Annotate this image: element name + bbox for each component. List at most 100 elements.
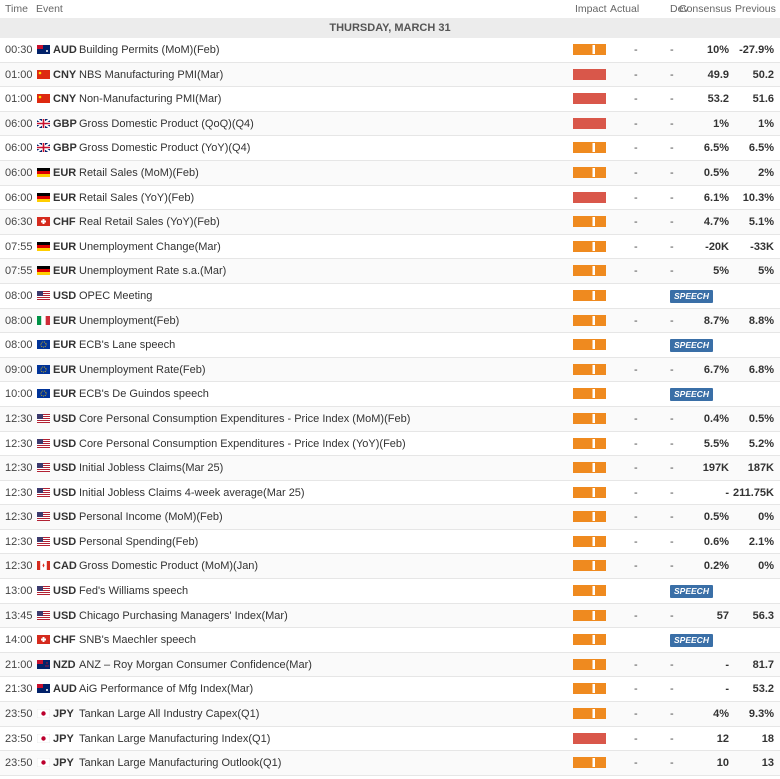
event-name[interactable]: ECB's Lane speech [79,333,175,357]
event-row[interactable]: 06:00 GBP Gross Domestic Product (QoQ)(Q4)… [0,111,780,137]
event-name[interactable]: Fed's Williams speech [79,579,188,603]
event-row[interactable]: 23:50 JPY Tankan Large All Industry Capex(… [0,702,780,727]
event-name[interactable]: Building Permits (MoM)(Feb) [79,38,220,62]
event-name[interactable]: Gross Domestic Product (MoM)(Jan) [79,554,258,578]
event-row[interactable]: 00:30 AUD Building Permits (MoM)(Feb) - -10%… [0,38,780,63]
event-name[interactable]: AiG Performance of Mfg Index(Mar) [79,677,253,701]
japan-flag-icon [37,733,50,743]
actual-value: - [634,683,638,696]
event-name[interactable]: Real Retail Sales (YoY)(Feb) [79,210,220,234]
impact-indicator [573,117,606,129]
event-row[interactable]: 06:00 EUR Retail Sales (MoM)(Feb) - -0.5% 2% [0,160,780,186]
actual-value: - [634,560,638,573]
event-row[interactable]: 12:30 USD Personal Income (MoM)(Feb) - -0.5%… [0,505,780,530]
impact-indicator [573,166,606,178]
event-name[interactable]: Non-Manufacturing PMI(Mar) [79,87,221,111]
event-name[interactable]: Retail Sales (YoY)(Feb) [79,186,194,210]
previous-value: 211.75K [733,486,774,499]
speech-badge: SPEECH [670,634,713,648]
event-row[interactable]: 21:00 NZD ANZ – Roy Morgan Consumer Confid… [0,652,780,678]
event-name[interactable]: Unemployment Rate s.a.(Mar) [79,259,226,283]
event-name[interactable]: Personal Income (MoM)(Feb) [79,505,223,529]
event-row[interactable]: 23:50 JPY Tankan Large Manufacturing Outlo… [0,751,780,776]
event-row[interactable]: 01:00 CNY NBS Manufacturing PMI(Mar) - -49.9… [0,62,780,88]
event-name[interactable]: Gross Domestic Product (YoY)(Q4) [79,136,250,160]
previous-value: 2.1% [748,535,774,548]
consensus-value: 197K [702,462,729,475]
event-name[interactable]: Chicago Purchasing Managers' Index(Mar) [79,604,288,628]
actual-value: - [634,609,638,622]
impact-indicator [573,757,606,769]
event-name[interactable]: Unemployment Change(Mar) [79,235,221,259]
event-name[interactable]: Retail Sales (MoM)(Feb) [79,161,199,185]
event-row[interactable]: 08:00 USD OPEC Meeting SPEECH [0,284,780,309]
previous-value: 5% [758,265,774,278]
event-row[interactable]: 12:30 USD Initial Jobless Claims(Mar 25) - -… [0,456,780,481]
event-row[interactable]: 14:00 CHF SNB's Maechler speech SPEECH [0,628,780,653]
eu-flag-icon [37,389,50,399]
event-name[interactable]: Core Personal Consumption Expenditures -… [79,407,410,431]
event-row[interactable]: 12:30 USD Core Personal Consumption Expend… [0,406,780,432]
event-name[interactable]: Tankan Large All Industry Capex(Q1) [79,702,259,726]
event-name[interactable]: ANZ – Roy Morgan Consumer Confidence(Mar… [79,653,312,677]
impact-indicator [573,240,606,252]
event-row[interactable]: 08:00 EUR ECB's Lane speech SPEECH [0,333,780,358]
event-name[interactable]: Initial Jobless Claims(Mar 25) [79,456,223,480]
event-row[interactable]: 06:30 CHF Real Retail Sales (YoY)(Feb) - -4.… [0,210,780,235]
event-name[interactable]: Initial Jobless Claims 4-week average(Ma… [79,481,305,505]
event-row[interactable]: 13:00 USD Fed's Williams speech SPEECH [0,579,780,604]
event-row[interactable]: 06:00 EUR Retail Sales (YoY)(Feb) - -6.1% 10.… [0,186,780,211]
eu-flag-icon [37,340,50,350]
event-time: 08:00 [5,314,33,327]
event-name[interactable]: Unemployment Rate(Feb) [79,358,206,382]
event-row[interactable]: 06:00 GBP Gross Domestic Product (YoY)(Q4)… [0,136,780,161]
event-name[interactable]: Gross Domestic Product (QoQ)(Q4) [79,112,254,136]
actual-value: - [634,412,638,425]
consensus-value: 6.5% [703,142,729,155]
currency-code: EUR [53,339,77,352]
event-name[interactable]: Unemployment(Feb) [79,309,179,333]
australia-flag-icon [37,684,50,694]
event-name[interactable]: NBS Manufacturing PMI(Mar) [79,63,223,87]
event-row[interactable]: 07:55 EUR Unemployment Rate s.a.(Mar) - -5% 5… [0,259,780,284]
event-name[interactable]: OPEC Meeting [79,284,152,308]
event-row[interactable]: 01:00 CNY Non-Manufacturing PMI(Mar) - -53.2… [0,87,780,112]
event-row[interactable]: 12:30 USD Personal Spending(Feb) - -0.6% 2.1% [0,530,780,555]
event-row[interactable]: 07:55 EUR Unemployment Change(Mar) - - -20K -3… [0,235,780,260]
previous-value: 5.2% [748,437,774,450]
previous-value: 18 [761,732,774,745]
actual-value: - [634,757,638,770]
event-time: 12:30 [5,535,33,548]
currency-code: USD [53,437,77,450]
event-row[interactable]: 12:30 USD Core Personal Consumption Expend… [0,432,780,457]
event-row[interactable]: 08:00 EUR Unemployment(Feb) - -8.7% 8.8% [0,308,780,334]
event-row[interactable]: 12:30 CAD Gross Domestic Product (MoM)(Jan… [0,554,780,580]
actual-value: - [634,166,638,179]
actual-value: - [634,732,638,745]
currency-code: USD [53,511,77,524]
event-time: 08:00 [5,289,33,302]
event-time: 07:55 [5,265,33,278]
japan-flag-icon [37,709,50,719]
consensus-value: -20K [705,240,729,253]
impact-indicator [573,68,606,80]
event-name[interactable]: Tankan Large Manufacturing Outlook(Q1) [79,751,281,775]
japan-flag-icon [37,758,50,768]
event-row[interactable]: 23:50 JPY Tankan Large Manufacturing Index… [0,727,780,752]
event-name[interactable]: Core Personal Consumption Expenditures -… [79,432,406,456]
event-name[interactable]: SNB's Maechler speech [79,628,196,652]
event-row[interactable]: 13:45 USD Chicago Purchasing Managers' Ind… [0,603,780,629]
event-row[interactable]: 10:00 EUR ECB's De Guindos speech SPEECH [0,382,780,407]
consensus-value: 0.2% [703,560,729,573]
actual-value: - [634,437,638,450]
event-row[interactable]: 21:30 AUD AiG Performance of Mfg Index(Mar… [0,677,780,703]
actual-value: - [634,658,638,671]
event-row[interactable]: 09:00 EUR Unemployment Rate(Feb) - -6.7% 6.8% [0,357,780,383]
event-name[interactable]: Personal Spending(Feb) [79,530,198,554]
event-time: 14:00 [5,634,33,647]
event-name[interactable]: ECB's De Guindos speech [79,382,209,406]
event-name[interactable]: Tankan Large Manufacturing Index(Q1) [79,727,270,751]
usa-flag-icon [37,610,50,620]
previous-value: 56.3 [752,609,774,622]
event-row[interactable]: 12:30 USD Initial Jobless Claims 4-week av… [0,481,780,506]
